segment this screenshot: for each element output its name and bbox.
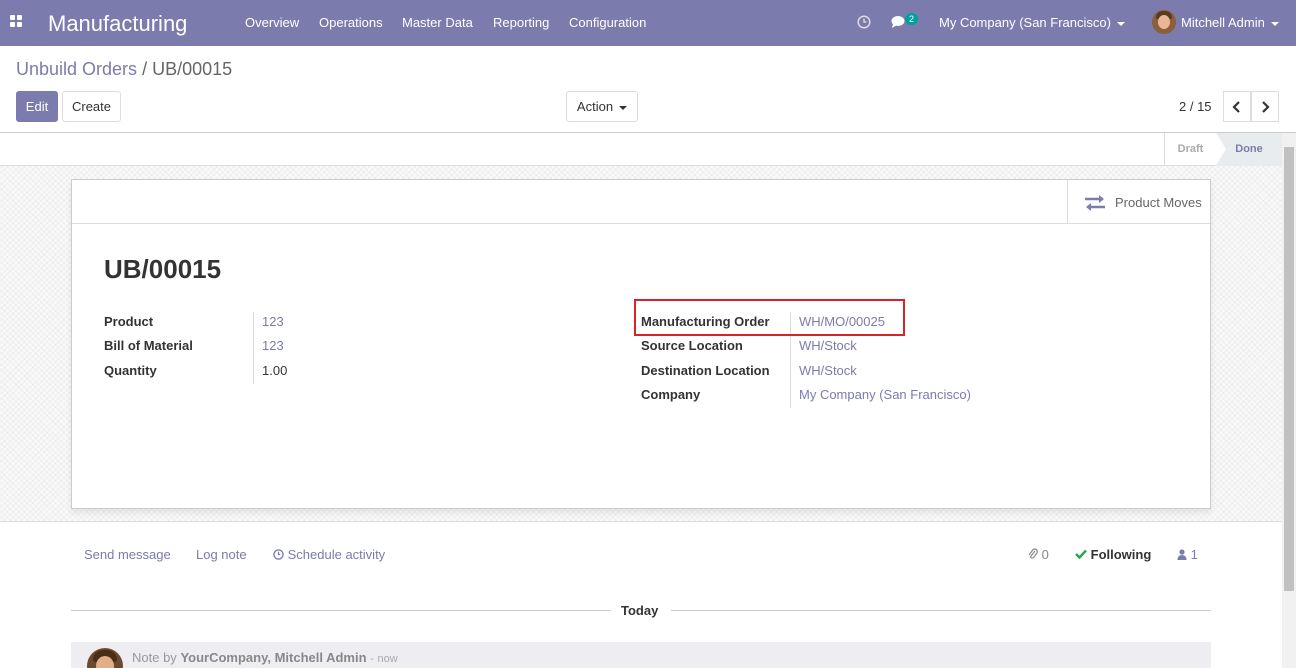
breadcrumb-separator: / [142, 59, 148, 79]
highlight-box [634, 299, 905, 336]
status-draft: Draft [1164, 133, 1216, 166]
field-label-destination-location: Destination Location [641, 363, 770, 378]
followers-button[interactable]: 1 [1177, 547, 1198, 562]
record-title: UB/00015 [104, 254, 222, 284]
source-location-value[interactable]: WH/Stock [799, 338, 857, 353]
user-menu[interactable]: Mitchell Admin [1181, 15, 1279, 30]
user-name: Mitchell Admin [1181, 15, 1265, 30]
company-value[interactable]: My Company (San Francisco) [799, 387, 971, 402]
clock-icon [273, 549, 284, 560]
send-message-button[interactable]: Send message [84, 547, 171, 562]
menu-operations[interactable]: Operations [319, 15, 383, 30]
pager-value[interactable]: 2 / 15 [1179, 99, 1212, 114]
menu-reporting[interactable]: Reporting [493, 15, 549, 30]
breadcrumb-current: UB/00015 [152, 59, 233, 79]
field-separator [253, 312, 254, 384]
field-label-company: Company [641, 387, 701, 402]
top-navbar: Manufacturing Overview Operations Master… [0, 0, 1296, 46]
edit-button[interactable]: Edit [16, 91, 58, 122]
chatter-divider [0, 521, 1282, 522]
field-label-product: Product [104, 314, 154, 329]
menu-overview[interactable]: Overview [245, 15, 299, 30]
apps-menu-icon[interactable] [10, 15, 23, 28]
following-button[interactable]: Following [1075, 547, 1151, 562]
product-value[interactable]: 123 [262, 314, 284, 329]
schedule-activity-label: Schedule activity [287, 547, 386, 562]
bill-of-material-value[interactable]: 123 [262, 338, 284, 353]
chevron-right-icon [1262, 101, 1270, 113]
product-moves-label: Product Moves [1115, 195, 1202, 210]
paperclip-icon [1028, 548, 1038, 559]
field-label-quantity: Quantity [104, 363, 157, 378]
field-label-source-location: Source Location [641, 338, 743, 353]
caret-down-icon [619, 105, 628, 110]
message-time: now [377, 653, 398, 665]
status-done: Done [1216, 133, 1282, 166]
action-dropdown[interactable]: Action [566, 91, 638, 122]
product-moves-button[interactable]: Product Moves [1067, 180, 1210, 223]
message-author[interactable]: YourCompany, Mitchell Admin [180, 650, 366, 665]
chevron-left-icon [1232, 101, 1240, 113]
user-icon [1177, 549, 1187, 560]
exchange-icon [1085, 195, 1105, 211]
status-done-label: Done [1235, 143, 1263, 155]
attachments-count: 0 [1041, 547, 1049, 562]
schedule-activity-button[interactable]: Schedule activity [273, 547, 385, 562]
message-header: Note by YourCompany, Mitchell Admin - no… [132, 650, 398, 665]
create-button[interactable]: Create [62, 91, 121, 122]
log-note-button[interactable]: Log note [196, 547, 247, 562]
app-title[interactable]: Manufacturing [48, 11, 187, 37]
button-box: Product Moves [72, 180, 1210, 224]
field-label-bill-of-material: Bill of Material [104, 338, 193, 353]
user-avatar[interactable] [1152, 10, 1176, 34]
pager-next-button[interactable] [1251, 91, 1279, 122]
action-label: Action [576, 99, 614, 114]
message-prefix: Note by [132, 650, 177, 665]
breadcrumb-parent[interactable]: Unbuild Orders [16, 59, 137, 79]
followers-count: 1 [1190, 547, 1198, 562]
check-icon [1075, 549, 1087, 560]
company-switcher[interactable]: My Company (San Francisco) [939, 15, 1125, 30]
status-bar: Draft Done [0, 133, 1282, 166]
scrollbar-thumb[interactable] [1284, 147, 1294, 591]
destination-location-value[interactable]: WH/Stock [799, 363, 857, 378]
messages-badge: 2 [905, 13, 919, 25]
activity-clock-icon[interactable] [857, 15, 871, 29]
pager-previous-button[interactable] [1223, 91, 1251, 122]
company-name: My Company (San Francisco) [939, 15, 1111, 30]
date-separator-line [71, 610, 611, 611]
menu-configuration[interactable]: Configuration [569, 15, 646, 30]
date-separator-line [671, 610, 1211, 611]
caret-down-icon [1270, 21, 1279, 26]
attachments-button[interactable]: 0 [1028, 547, 1049, 562]
breadcrumb: Unbuild Orders / UB/00015 [16, 59, 232, 80]
message-dash: - [370, 653, 374, 665]
quantity-value: 1.00 [262, 363, 288, 378]
following-label: Following [1090, 547, 1152, 562]
caret-down-icon [1116, 21, 1125, 26]
menu-master-data[interactable]: Master Data [402, 15, 473, 30]
date-separator-label: Today [621, 603, 659, 618]
